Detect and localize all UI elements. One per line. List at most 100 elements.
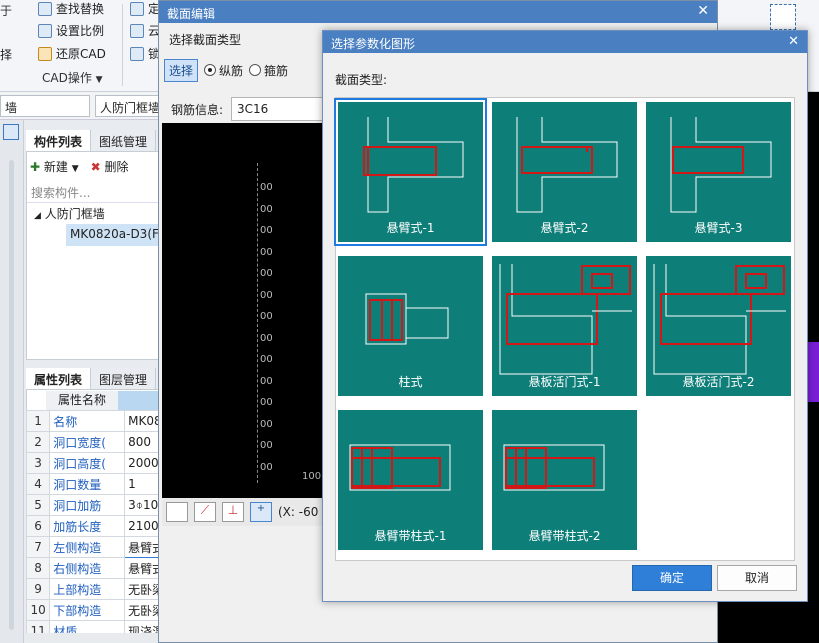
- grid-tool-icon[interactable]: [770, 4, 796, 30]
- component-actions: ✚ 新建 ▼ ✖ 删除: [30, 158, 129, 175]
- ribbon-item-partial-3[interactable]: 锁: [130, 45, 160, 62]
- tab-layer-manage[interactable]: 图层管理: [91, 368, 157, 389]
- cancel-button[interactable]: 取消: [717, 565, 797, 591]
- shape-tile[interactable]: 悬臂式-1: [334, 98, 487, 246]
- param-shape-dialog: 选择参数化图形 ✕ 截面类型: 悬臂式-1 悬臂式-2 悬臂式-3 柱式 悬板活门式-1…: [322, 30, 808, 602]
- floor-combo[interactable]: 墙: [0, 95, 90, 117]
- cad-tick-label: 00: [260, 311, 273, 322]
- property-name: 下部构造: [49, 599, 126, 621]
- cad-tick-label: 00: [260, 397, 273, 408]
- radio-unchecked-icon: [249, 64, 262, 76]
- cad-tick-label: 00: [260, 332, 273, 344]
- property-name: 洞口加筋: [49, 494, 126, 516]
- new-button[interactable]: ✚ 新建 ▼: [30, 158, 79, 175]
- shape-tile-label: 悬板活门式-1: [528, 375, 601, 389]
- lock-icon: [130, 46, 144, 61]
- search-placeholder: 搜索构件...: [31, 186, 91, 200]
- property-name: 左侧构造: [49, 536, 126, 558]
- chevron-down-icon: ▼: [95, 75, 103, 85]
- shape-tile-label: 悬板活门式-2: [682, 375, 755, 389]
- tree-item-label: MK0820a-D3(FM: [70, 227, 166, 241]
- tab-property-list[interactable]: 属性列表: [26, 368, 92, 389]
- shape-tile[interactable]: 悬臂带柱式-1: [338, 410, 483, 550]
- category-combo-value: 人防门框墙: [100, 101, 161, 115]
- property-name: 名称: [49, 410, 126, 432]
- find-replace-label: 查找替换: [56, 2, 105, 16]
- shape-tile[interactable]: 柱式: [338, 256, 483, 396]
- tree-item-selected[interactable]: MK0820a-D3(FM: [66, 224, 166, 246]
- delete-icon: ✖: [90, 160, 101, 174]
- restore-cad-button[interactable]: 还原CAD: [38, 45, 106, 62]
- chevron-down-icon: ▼: [71, 164, 79, 174]
- snap-line-icon[interactable]: ⟋: [194, 502, 216, 522]
- row-number: 9: [25, 578, 51, 600]
- property-value-text: 800: [128, 435, 152, 449]
- find-replace-button[interactable]: 查找替换: [38, 0, 104, 17]
- rebar-info-value: 3C16: [237, 102, 269, 116]
- ok-button[interactable]: 确定: [632, 565, 712, 591]
- ortho-icon[interactable]: [166, 502, 188, 522]
- row-number: 6: [25, 515, 51, 537]
- row-number: 1: [25, 410, 51, 432]
- new-label: 新建: [43, 160, 68, 174]
- shape-tile[interactable]: 悬板活门式-2: [646, 256, 791, 396]
- delete-button[interactable]: ✖ 删除: [91, 158, 129, 175]
- cad-tick-label: 00: [260, 203, 273, 215]
- property-name-header: 属性名称: [46, 391, 118, 410]
- cad-tick-label: 00: [260, 182, 273, 193]
- shape-tile[interactable]: 悬臂带柱式-2: [492, 410, 637, 550]
- row-number: 2: [25, 431, 51, 453]
- shape-tile-label: 悬臂带柱式-2: [528, 529, 601, 543]
- radio-stirrup[interactable]: 箍筋: [249, 62, 288, 79]
- set-scale-label: 设置比例: [56, 24, 105, 38]
- shape-tile[interactable]: 悬臂式-3: [646, 102, 791, 242]
- close-icon[interactable]: ✕: [697, 3, 709, 19]
- cad-tick-label: 00: [260, 461, 273, 473]
- set-scale-button[interactable]: 设置比例: [38, 22, 104, 39]
- left-scrollbar[interactable]: [9, 160, 14, 630]
- cad-ops-label: CAD操作: [42, 71, 92, 85]
- cad-bottom-label: 100: [302, 471, 322, 482]
- row-number: 7: [25, 536, 51, 558]
- ribbon-item-partial-1[interactable]: 定: [130, 0, 160, 17]
- radio-longitudinal[interactable]: 纵筋: [204, 62, 243, 79]
- tab-drawing-manage[interactable]: 图纸管理: [91, 130, 157, 151]
- rebar-info-input[interactable]: 3C16: [231, 97, 323, 121]
- row-number: 4: [25, 473, 51, 495]
- tree-root-label: 人防门框墙: [44, 207, 105, 221]
- category-combo[interactable]: 人防门框墙: [95, 95, 161, 117]
- property-name: 洞口数量: [49, 473, 126, 495]
- tree-collapse-icon: ◢: [34, 211, 41, 221]
- ribbon-item-partial-2[interactable]: 云: [130, 22, 160, 39]
- radio-longitudinal-label: 纵筋: [219, 63, 244, 78]
- layout-icon[interactable]: [3, 124, 19, 140]
- radio-checked-icon: [204, 64, 217, 76]
- left-strip: [0, 120, 24, 643]
- tab-component-list[interactable]: 构件列表: [26, 130, 92, 151]
- row-number: 5: [25, 494, 51, 516]
- shape-tile-label: 悬臂式-3: [694, 221, 743, 235]
- cad-tick-label: 00: [260, 268, 273, 279]
- shape-tile[interactable]: 悬臂式-2: [492, 102, 637, 242]
- restore-cad-icon: [38, 46, 52, 61]
- select-mode-button[interactable]: 选择: [164, 58, 199, 82]
- tree-root[interactable]: ◢ 人防门框墙: [34, 205, 105, 222]
- snap-perp-icon[interactable]: ⊥: [222, 502, 244, 522]
- cad-tick-label: 00: [260, 289, 273, 301]
- cad-ops-group[interactable]: CAD操作 ▼: [42, 69, 103, 86]
- ribbon-divider: [122, 4, 123, 86]
- row-number: 10: [25, 599, 51, 621]
- find-replace-icon: [38, 1, 52, 16]
- cad-tick-label: 00: [260, 354, 273, 365]
- snap-point-icon[interactable]: +: [250, 502, 272, 522]
- cad-canvas[interactable]: 00 00 00 00 00 00 00 00 00 00 00 00 00 00 100: [162, 123, 327, 498]
- cad-tick-labels: 00 00 00 00 00 00 00 00 00 00 00 00 00 00: [260, 177, 273, 478]
- shape-tile[interactable]: 悬板活门式-1: [492, 256, 637, 396]
- ribbon-select-partial[interactable]: 择: [0, 46, 12, 63]
- cad-tick-label: 00: [260, 225, 273, 236]
- property-value-text: 1: [128, 477, 136, 491]
- close-icon[interactable]: ✕: [788, 34, 799, 49]
- property-name: 加筋长度: [49, 515, 126, 537]
- row-number: 8: [25, 557, 51, 579]
- property-name: 上部构造: [49, 578, 126, 600]
